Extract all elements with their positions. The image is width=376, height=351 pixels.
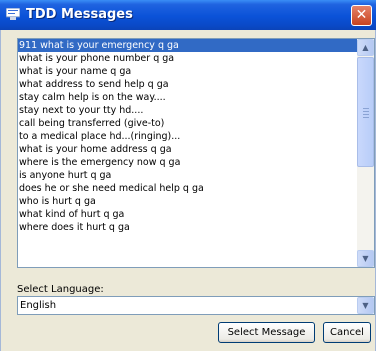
language-value: English [20, 300, 57, 311]
arrow-down-icon: ▼ [362, 254, 369, 263]
grip-line [363, 111, 369, 112]
list-item[interactable]: where is the emergency now q ga [18, 156, 358, 169]
chevron-down-icon: ▼ [362, 301, 369, 310]
list-item[interactable]: stay next to your tty hd.... [18, 104, 358, 117]
list-item[interactable]: to a medical place hd...(ringing)... [18, 130, 358, 143]
list-item[interactable]: who is hurt q ga [18, 195, 358, 208]
messages-list: 911 what is your emergency q ga what is y… [18, 39, 358, 234]
title-bar[interactable]: TDD Messages ✕ [0, 0, 376, 30]
language-dropdown-button[interactable]: ▼ [357, 297, 374, 314]
list-item[interactable]: call being transferred (give-to) [18, 117, 358, 130]
grip-line [363, 114, 369, 115]
scroll-up-button[interactable]: ▲ [357, 39, 374, 56]
close-button[interactable]: ✕ [351, 5, 372, 26]
messages-listbox[interactable]: 911 what is your emergency q ga what is y… [17, 38, 375, 268]
list-item[interactable]: what kind of hurt q ga [18, 208, 358, 221]
list-item[interactable]: is anyone hurt q ga [18, 169, 358, 182]
scroll-down-button[interactable]: ▼ [357, 250, 374, 267]
grip-line [363, 108, 369, 109]
list-item[interactable]: what is your home address q ga [18, 143, 358, 156]
list-item[interactable]: does he or she need medical help q ga [18, 182, 358, 195]
list-item[interactable]: stay calm help is on the way.... [18, 91, 358, 104]
select-message-button[interactable]: Select Message [218, 322, 315, 343]
close-icon: ✕ [355, 7, 368, 23]
arrow-up-icon: ▲ [362, 43, 369, 52]
list-item[interactable]: what is your name q ga [18, 65, 358, 78]
window-app-icon [6, 8, 20, 20]
grip-line [363, 117, 369, 118]
tdd-messages-window: TDD Messages ✕ 911 what is your emergenc… [0, 0, 376, 351]
list-item[interactable]: where does it hurt q ga [18, 221, 358, 234]
list-item[interactable]: 911 what is your emergency q ga [18, 39, 358, 52]
language-select[interactable]: English ▼ [17, 296, 375, 315]
list-item[interactable]: what address to send help q ga [18, 78, 358, 91]
list-item[interactable]: what is your phone number q ga [18, 52, 358, 65]
select-language-label: Select Language: [17, 284, 104, 295]
scrollbar-thumb[interactable] [357, 57, 374, 167]
vertical-scrollbar[interactable]: ▲ ▼ [357, 39, 374, 267]
cancel-button[interactable]: Cancel [323, 322, 371, 343]
window-title: TDD Messages [26, 7, 133, 22]
